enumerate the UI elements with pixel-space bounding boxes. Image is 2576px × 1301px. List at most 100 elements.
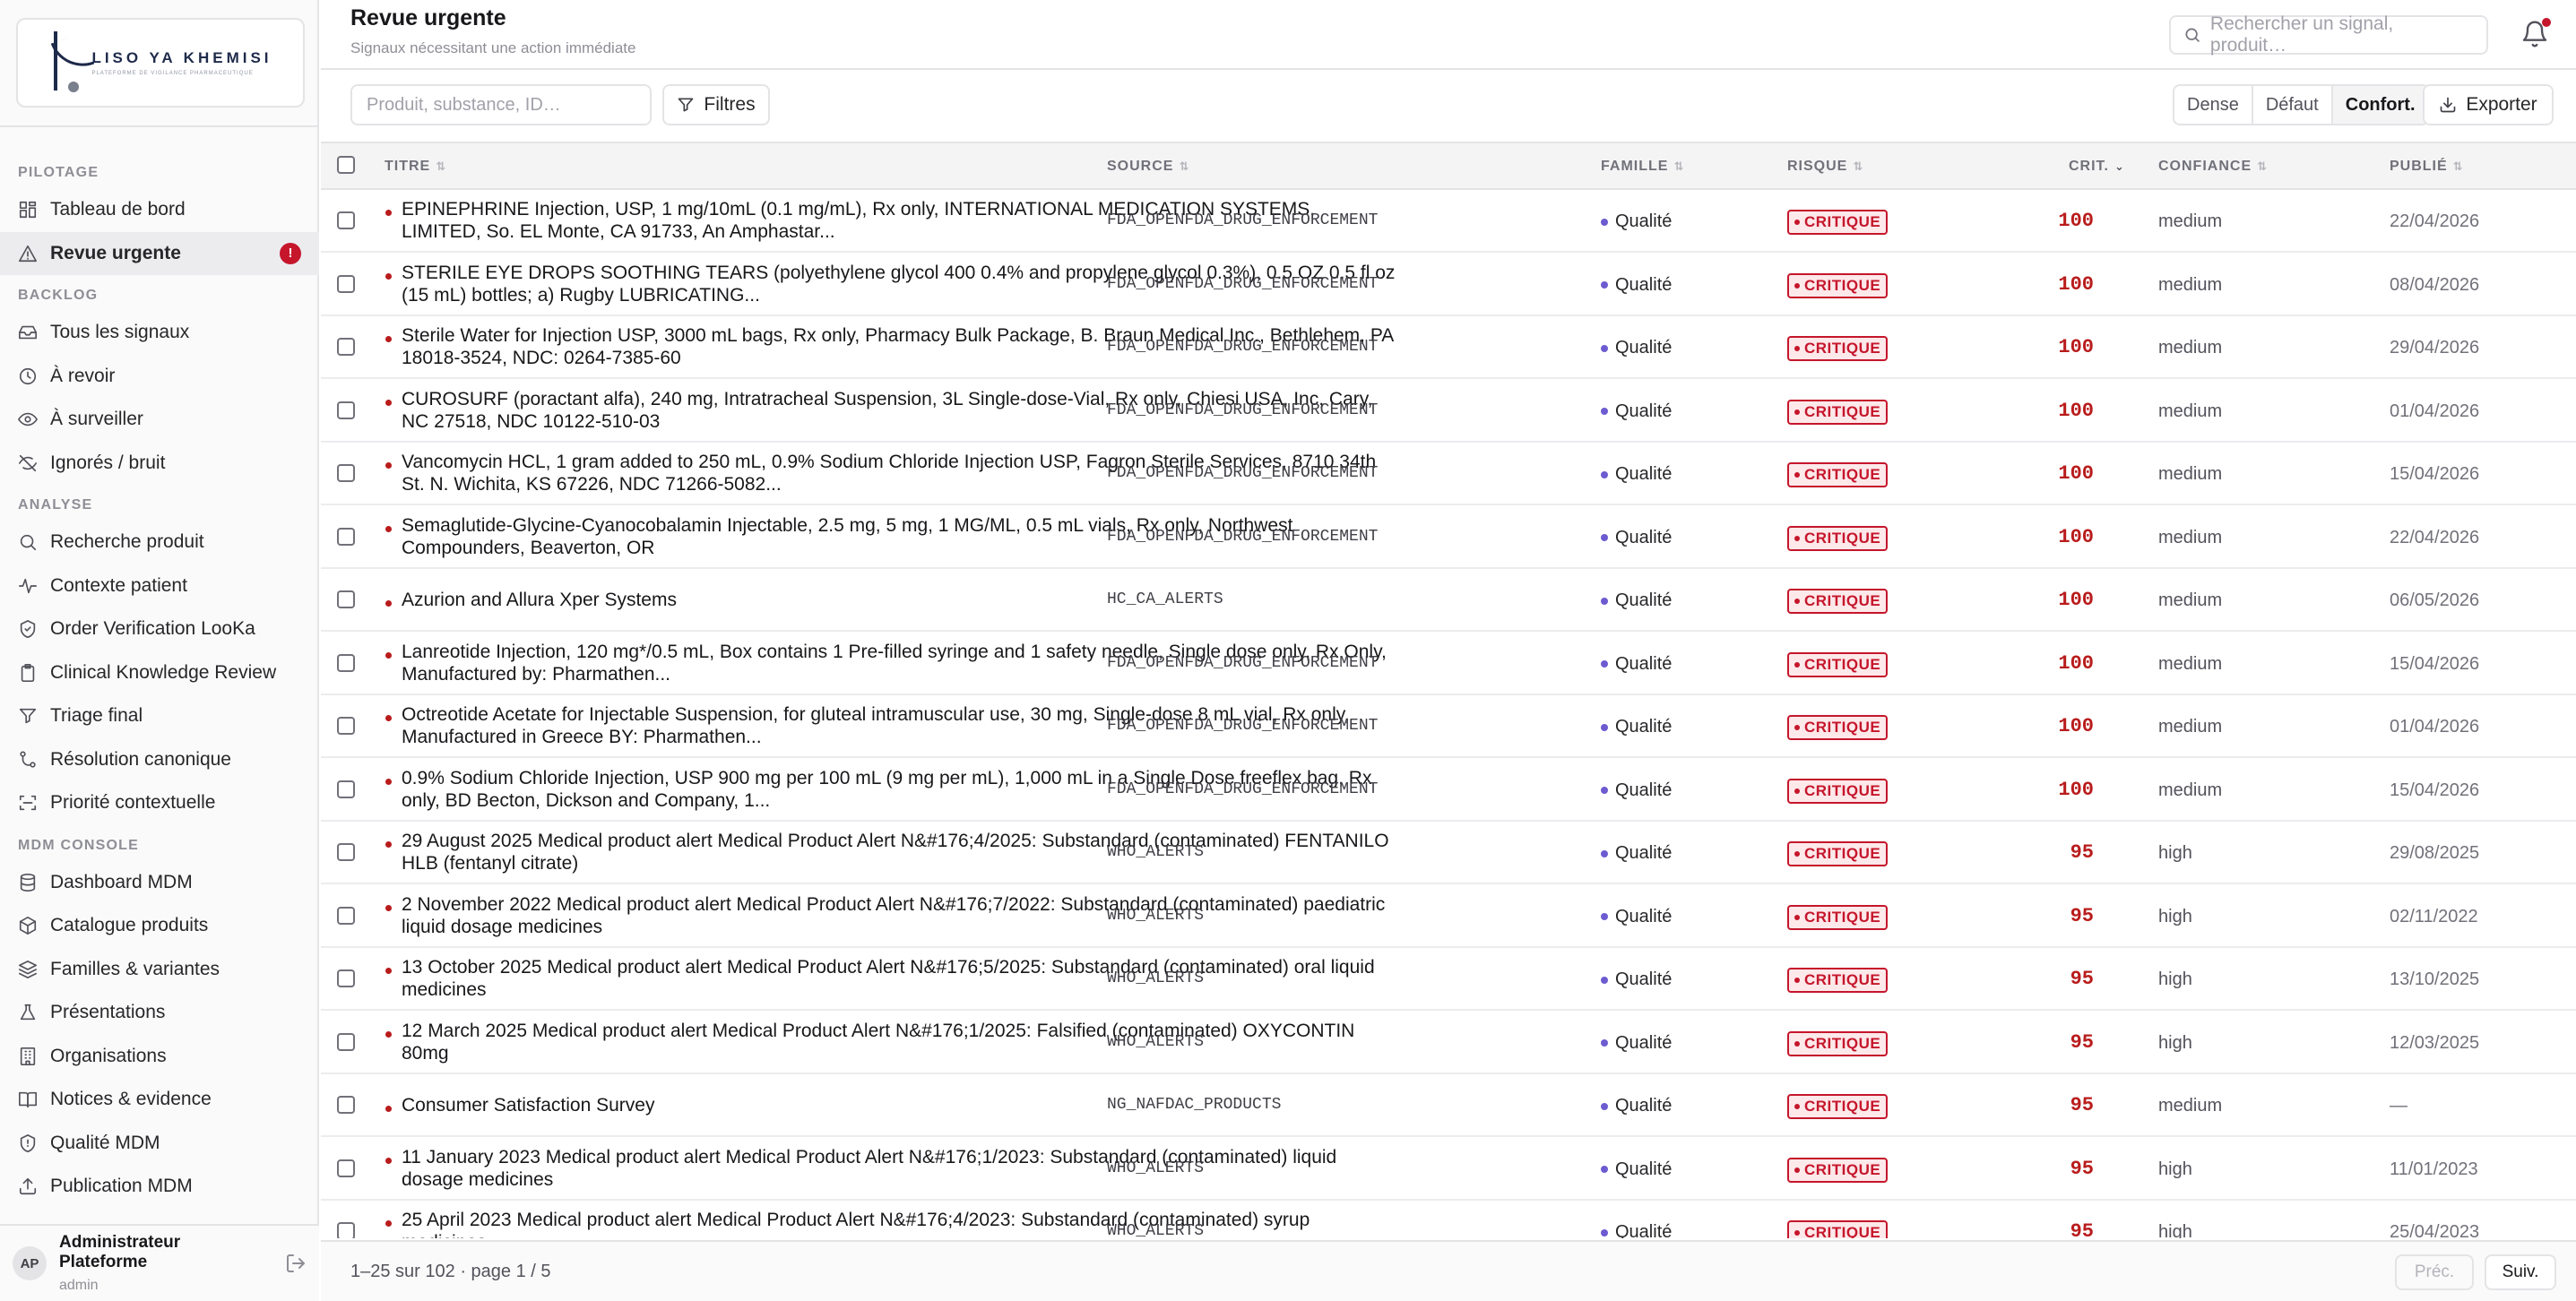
risk-badge: CRITIQUE	[1787, 1220, 1889, 1238]
row-checkbox[interactable]	[337, 717, 355, 735]
table-row[interactable]: 25 April 2023 Medical product alert Medi…	[321, 1201, 2576, 1238]
row-checkbox[interactable]	[337, 1222, 355, 1238]
logo-mark-icon	[48, 31, 95, 94]
sidebar-item-tableau-de-bord[interactable]: Tableau de bord	[0, 188, 319, 232]
brand-logo[interactable]: LISO YA KHEMISI PLATEFORME DE VIGILANCE …	[16, 18, 305, 108]
table-row[interactable]: 0.9% Sodium Chloride Injection, USP 900 …	[321, 759, 2576, 822]
row-checkbox[interactable]	[337, 1096, 355, 1114]
filter-icon	[679, 98, 694, 112]
row-checkbox[interactable]	[337, 401, 355, 419]
sidebar-item-notices-evidence[interactable]: Notices & evidence	[0, 1078, 319, 1122]
pagination-info: 1–25 sur 102 · page 1 / 5	[350, 1262, 551, 1281]
density-option-dense[interactable]: Dense	[2174, 86, 2253, 124]
row-title[interactable]: 25 April 2023 Medical product alert Medi…	[402, 1209, 1396, 1238]
row-family: Qualité	[1601, 590, 1672, 611]
row-checkbox[interactable]	[337, 338, 355, 356]
table-row[interactable]: 11 January 2023 Medical product alert Me…	[321, 1138, 2576, 1201]
sidebar-item-contexte-patient[interactable]: Contexte patient	[0, 564, 319, 608]
row-checkbox[interactable]	[337, 1032, 355, 1051]
sidebar-item-order-verification-looka[interactable]: Order Verification LooKa	[0, 607, 319, 651]
sidebar-item-priorite-contextuelle[interactable]: Priorité contextuelle	[0, 781, 319, 825]
row-checkbox[interactable]	[337, 211, 355, 229]
logout-icon[interactable]	[285, 1253, 307, 1274]
column-header-risk[interactable]: RISQUE ⇅	[1787, 143, 1863, 190]
row-title[interactable]: 29 August 2025 Medical product alert Med…	[402, 830, 1396, 875]
sidebar-item-revue-urgente[interactable]: Revue urgente!	[0, 231, 319, 275]
risk-badge-label: CRITIQUE	[1804, 1160, 1881, 1178]
sidebar-item-qualite-mdm[interactable]: Qualité MDM	[0, 1122, 319, 1166]
table-row[interactable]: STERILE EYE DROPS SOOTHING TEARS (polyet…	[321, 254, 2576, 316]
risk-badge: CRITIQUE	[1787, 210, 1889, 235]
row-checkbox[interactable]	[337, 969, 355, 987]
row-checkbox[interactable]	[337, 464, 355, 482]
column-header-crit[interactable]: CRIT. ⌄	[2069, 143, 2124, 190]
search-icon	[18, 532, 38, 552]
table-header: TITRE ⇅ SOURCE ⇅ FAMILLE ⇅ RISQUE ⇅ CRIT. ⌄ C…	[321, 142, 2576, 190]
nav-section-pilotage: PILOTAGE	[18, 165, 99, 180]
table-row[interactable]: Octreotide Acetate for Injectable Suspen…	[321, 695, 2576, 758]
row-title[interactable]: 11 January 2023 Medical product alert Me…	[402, 1146, 1396, 1191]
export-button[interactable]: Exporter	[2423, 84, 2554, 125]
table-row[interactable]: Azurion and Allura Xper Systems HC_CA_ALE…	[321, 569, 2576, 632]
risk-badge: CRITIQUE	[1787, 589, 1889, 614]
table-row[interactable]: 13 October 2025 Medical product alert Me…	[321, 948, 2576, 1011]
column-header-confidence[interactable]: CONFIANCE ⇅	[2158, 143, 2267, 190]
table-row[interactable]: Semaglutide-Glycine-Cyanocobalamin Injec…	[321, 506, 2576, 569]
table-row[interactable]: Consumer Satisfaction Survey NG_NAFDAC_PR…	[321, 1074, 2576, 1137]
sidebar-item-a-surveiller[interactable]: À surveiller	[0, 398, 319, 442]
column-header-family[interactable]: FAMILLE ⇅	[1601, 143, 1683, 190]
sidebar-item-dashboard-mdm[interactable]: Dashboard MDM	[0, 861, 319, 905]
sidebar-item-triage-final[interactable]: Triage final	[0, 694, 319, 738]
family-dot	[1601, 597, 1608, 605]
table-row[interactable]: CUROSURF (poractant alfa), 240 mg, Intra…	[321, 380, 2576, 443]
sidebar-item-clinical-knowledge-review[interactable]: Clinical Knowledge Review	[0, 651, 319, 695]
row-checkbox[interactable]	[337, 527, 355, 546]
row-checkbox[interactable]	[337, 843, 355, 861]
sidebar-item-recherche-produit[interactable]: Recherche produit	[0, 521, 319, 564]
sidebar-item-publication-mdm[interactable]: Publication MDM	[0, 1165, 319, 1209]
avatar[interactable]: AP	[13, 1246, 47, 1280]
sidebar-item-a-revoir[interactable]: À revoir	[0, 355, 319, 399]
risk-dot	[1794, 788, 1800, 794]
density-option-confort[interactable]: Confort.	[2332, 86, 2428, 124]
row-checkbox[interactable]	[337, 906, 355, 925]
prev-page-button[interactable]: Préc.	[2395, 1254, 2474, 1290]
global-search-input[interactable]: Rechercher un signal, produit…	[2169, 13, 2488, 56]
select-all-checkbox[interactable]	[337, 156, 355, 174]
column-header-published[interactable]: PUBLIÉ ⇅	[2390, 143, 2463, 190]
sidebar-item-familles-variantes[interactable]: Familles & variantes	[0, 948, 319, 992]
table-row[interactable]: EPINEPHRINE Injection, USP, 1 mg/10mL (0…	[321, 190, 2576, 253]
row-title[interactable]: 12 March 2025 Medical product alert Medi…	[402, 1020, 1396, 1064]
sidebar-item-presentations[interactable]: Présentations	[0, 991, 319, 1035]
row-checkbox[interactable]	[337, 274, 355, 293]
row-checkbox[interactable]	[337, 780, 355, 798]
sidebar-item-resolution-canonique[interactable]: Résolution canonique	[0, 738, 319, 782]
sidebar-item-ignores-bruit[interactable]: Ignorés / bruit	[0, 442, 319, 486]
row-checkbox[interactable]	[337, 653, 355, 672]
row-checkbox[interactable]	[337, 590, 355, 608]
row-source: FDA_OPENFDA_DRUG_ENFORCEMENT	[1107, 211, 1379, 229]
sidebar-item-tous-les-signaux[interactable]: Tous les signaux	[0, 311, 319, 355]
table-row[interactable]: 2 November 2022 Medical product alert Me…	[321, 885, 2576, 948]
table-row[interactable]: 12 March 2025 Medical product alert Medi…	[321, 1012, 2576, 1074]
next-page-button[interactable]: Suiv.	[2485, 1254, 2556, 1290]
row-family: Qualité	[1601, 528, 1672, 548]
sidebar-item-catalogue-produits[interactable]: Catalogue produits	[0, 904, 319, 948]
filters-button[interactable]: Filtres	[662, 84, 770, 125]
row-checkbox[interactable]	[337, 1159, 355, 1177]
column-header-source[interactable]: SOURCE ⇅	[1107, 143, 1189, 190]
row-title[interactable]: 2 November 2022 Medical product alert Me…	[402, 893, 1396, 938]
sidebar-item-organisations[interactable]: Organisations	[0, 1035, 319, 1079]
table-row[interactable]: 29 August 2025 Medical product alert Med…	[321, 822, 2576, 884]
column-header-title[interactable]: TITRE ⇅	[385, 143, 445, 190]
table-row[interactable]: Lanreotide Injection, 120 mg*/0.5 mL, Bo…	[321, 633, 2576, 695]
sidebar-item-label: Contexte patient	[50, 574, 187, 596]
row-title[interactable]: Azurion and Allura Xper Systems	[402, 589, 1396, 611]
table-row[interactable]: Vancomycin HCL, 1 gram added to 250 mL, …	[321, 443, 2576, 505]
density-option-defaut[interactable]: Défaut	[2253, 86, 2333, 124]
row-source: NG_NAFDAC_PRODUCTS	[1107, 1096, 1282, 1114]
table-row[interactable]: Sterile Water for Injection USP, 3000 mL…	[321, 316, 2576, 379]
filter-input[interactable]	[350, 84, 652, 125]
row-confidence: medium	[2158, 653, 2223, 674]
row-title[interactable]: 13 October 2025 Medical product alert Me…	[402, 956, 1396, 1001]
